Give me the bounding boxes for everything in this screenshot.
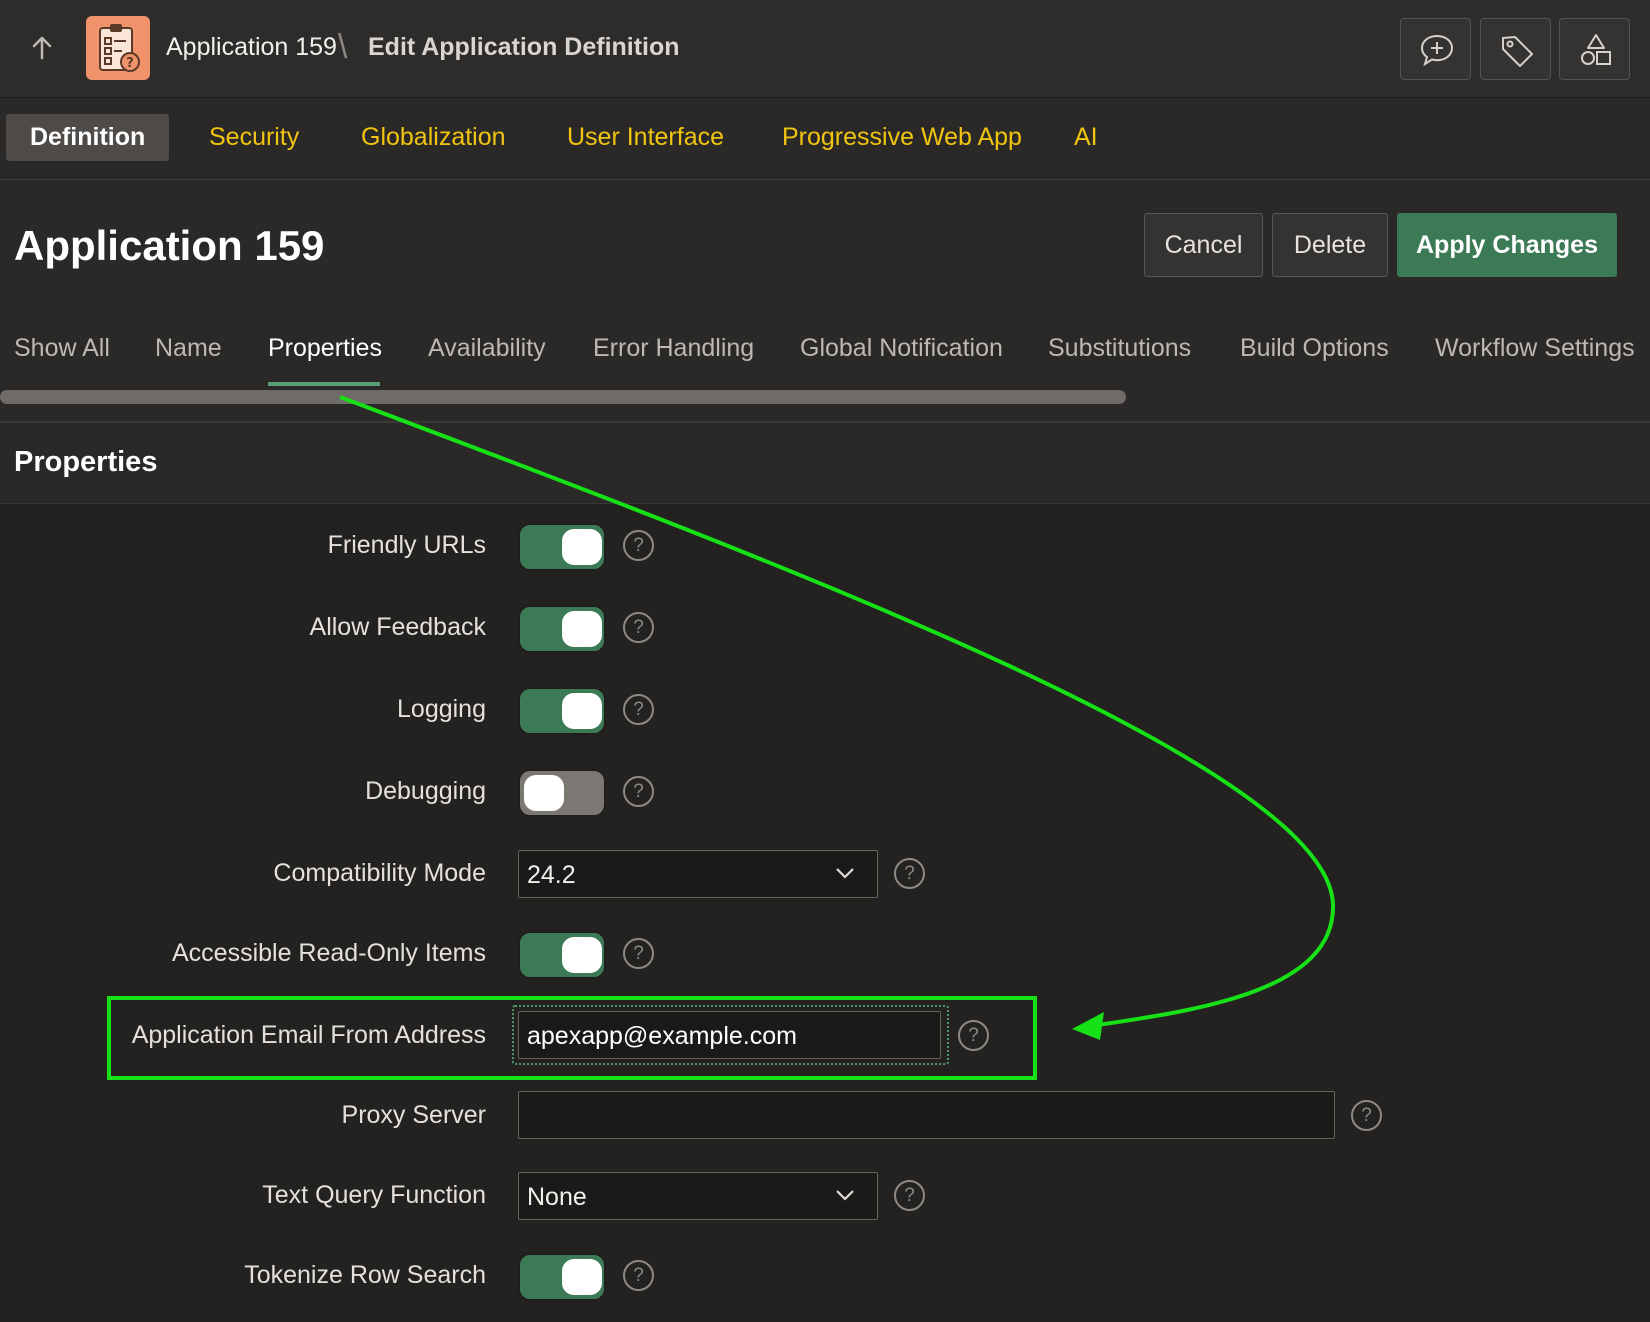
proxy-server-input[interactable]	[518, 1091, 1335, 1139]
tokenize-row-search-toggle[interactable]	[518, 1253, 606, 1301]
tab-globalization[interactable]: Globalization	[361, 114, 506, 161]
accessible-readonly-toggle[interactable]	[518, 931, 606, 979]
text-query-function-value: None	[527, 1183, 587, 1211]
logging-toggle[interactable]	[518, 687, 606, 735]
svg-text:?: ?	[126, 56, 134, 71]
breadcrumb-current-page: Edit Application Definition	[368, 33, 680, 61]
breadcrumb-separator: \	[338, 28, 348, 66]
application-icon: ?	[86, 16, 150, 80]
help-icon[interactable]: ?	[1351, 1100, 1382, 1131]
region-tab-name[interactable]: Name	[155, 334, 222, 363]
shared-components-button[interactable]	[1559, 18, 1630, 80]
feedback-button[interactable]	[1400, 18, 1471, 80]
allow-feedback-toggle[interactable]	[518, 605, 606, 653]
breadcrumb-application[interactable]: Application 159	[166, 33, 337, 62]
help-icon[interactable]: ?	[623, 694, 654, 725]
region-tab-global-notification[interactable]: Global Notification	[800, 334, 1003, 363]
shapes-icon	[1581, 34, 1611, 65]
allow-feedback-label: Allow Feedback	[309, 613, 486, 641]
tab-definition[interactable]: Definition	[6, 114, 170, 161]
tabs-scrollbar[interactable]	[0, 390, 1126, 404]
proxy-server-label: Proxy Server	[341, 1101, 486, 1129]
toggle-knob	[562, 937, 602, 973]
help-icon[interactable]: ?	[623, 938, 654, 969]
region-tab-error-handling[interactable]: Error Handling	[593, 334, 754, 363]
tab-ai[interactable]: AI	[1074, 114, 1098, 161]
tab-security[interactable]: Security	[209, 114, 299, 161]
help-icon[interactable]: ?	[623, 530, 654, 561]
toggle-knob	[562, 529, 602, 565]
region-tab-substitutions[interactable]: Substitutions	[1048, 334, 1191, 363]
chevron-down-icon	[836, 1190, 854, 1201]
friendly-urls-toggle[interactable]	[518, 523, 606, 571]
active-tab-indicator	[268, 382, 380, 386]
tag-icon	[1502, 36, 1533, 67]
region-tab-show-all[interactable]: Show All	[14, 334, 110, 363]
cancel-button[interactable]: Cancel	[1144, 213, 1263, 277]
developer-toolbar-button[interactable]	[1480, 18, 1551, 80]
friendly-urls-label: Friendly URLs	[327, 531, 486, 559]
region-tab-build-options[interactable]: Build Options	[1240, 334, 1389, 363]
delete-button[interactable]: Delete	[1272, 213, 1388, 277]
page-tabs: Definition Security Globalization User I…	[0, 98, 1650, 180]
help-icon[interactable]: ?	[894, 858, 925, 889]
help-icon[interactable]: ?	[894, 1180, 925, 1211]
text-query-function-select[interactable]: None	[518, 1172, 878, 1220]
page-title: Application 159	[14, 222, 325, 269]
debugging-label: Debugging	[365, 777, 486, 805]
apply-changes-button[interactable]: Apply Changes	[1397, 213, 1617, 277]
help-icon[interactable]: ?	[623, 612, 654, 643]
toggle-knob	[562, 611, 602, 647]
top-header: ? Application 159 \ Edit Application Def…	[0, 0, 1650, 98]
region-title: Properties	[14, 446, 158, 478]
tab-progressive-web-app[interactable]: Progressive Web App	[782, 114, 1022, 161]
region-tab-workflow-settings[interactable]: Workflow Settings	[1435, 334, 1635, 363]
app-builder-page: ? Application 159 \ Edit Application Def…	[0, 0, 1650, 1322]
region-tab-availability[interactable]: Availability	[428, 334, 546, 363]
logging-label: Logging	[397, 695, 486, 723]
chat-plus-icon	[1420, 34, 1454, 67]
toggle-knob	[524, 775, 564, 811]
divider	[0, 421, 1650, 423]
chevron-down-icon	[836, 868, 854, 879]
help-icon[interactable]: ?	[623, 776, 654, 807]
help-icon[interactable]: ?	[623, 1260, 654, 1291]
annotation-highlight-box	[107, 996, 1037, 1080]
debugging-toggle[interactable]	[518, 769, 606, 817]
tokenize-row-search-label: Tokenize Row Search	[244, 1261, 486, 1289]
tab-user-interface[interactable]: User Interface	[567, 114, 724, 161]
compatibility-mode-select[interactable]: 24.2	[518, 850, 878, 898]
toggle-knob	[562, 1259, 602, 1295]
up-arrow-icon[interactable]	[28, 34, 56, 62]
compatibility-mode-label: Compatibility Mode	[273, 859, 486, 887]
accessible-readonly-label: Accessible Read-Only Items	[171, 939, 486, 967]
region-tab-properties[interactable]: Properties	[268, 334, 382, 363]
compatibility-mode-value: 24.2	[527, 861, 576, 889]
text-query-function-label: Text Query Function	[262, 1181, 486, 1209]
toggle-knob	[562, 693, 602, 729]
